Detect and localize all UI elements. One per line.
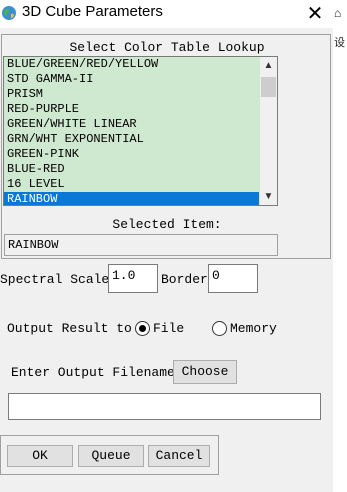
color-table-item[interactable]: 16 LEVEL [4, 177, 259, 192]
output-filename-input[interactable] [8, 393, 321, 420]
file-radio[interactable] [135, 321, 150, 336]
queue-button[interactable]: Queue [78, 445, 144, 467]
vertical-scrollbar[interactable]: ▲ ▼ [260, 57, 277, 205]
output-result-label: Output Result to [7, 321, 132, 336]
globe-icon [2, 6, 16, 20]
background-text: 设 [334, 37, 345, 49]
ok-button[interactable]: OK [7, 445, 73, 467]
border-input[interactable]: 0 [208, 264, 258, 293]
cancel-button[interactable]: Cancel [148, 445, 210, 467]
border-label: Border [161, 272, 208, 287]
color-table-item[interactable]: PRISM [4, 87, 259, 102]
action-button-group: OK Queue Cancel [0, 435, 219, 475]
scroll-up-icon[interactable]: ▲ [260, 57, 277, 74]
color-table-item[interactable]: GRN/WHT EXPONENTIAL [4, 132, 259, 147]
color-table-item[interactable]: BLUE/GREEN/RED/YELLOW [4, 57, 259, 72]
color-table-item[interactable]: GREEN/WHITE LINEAR [4, 117, 259, 132]
file-radio-label[interactable]: File [153, 321, 184, 336]
color-table-item[interactable]: GREEN-PINK [4, 147, 259, 162]
color-table-items: BLUE/GREEN/RED/YELLOW STD GAMMA-II PRISM RE… [4, 57, 259, 205]
color-table-item[interactable]: BLUE-RED [4, 162, 259, 177]
color-table-label: Select Color Table Lookup [69, 40, 265, 55]
color-table-item[interactable]: RAINBOW [4, 192, 259, 205]
color-table-item[interactable]: STD GAMMA-II [4, 72, 259, 87]
choose-button[interactable]: Choose [173, 360, 237, 384]
window-title: 3D Cube Parameters [22, 3, 163, 20]
selected-item-label: Selected Item: [112, 217, 222, 232]
spectral-scale-input[interactable]: 1.0 [108, 264, 158, 293]
color-table-group: Select Color Table Lookup BLUE/GREEN/RED… [1, 34, 331, 259]
color-table-item[interactable]: RED-PURPLE [4, 102, 259, 117]
radio-selected-dot [139, 325, 146, 332]
color-table-listbox[interactable]: BLUE/GREEN/RED/YELLOW STD GAMMA-II PRISM RE… [3, 56, 278, 206]
scroll-thumb[interactable] [261, 77, 276, 97]
memory-radio[interactable] [212, 321, 227, 336]
spectral-scale-label: Spectral Scale [0, 272, 110, 287]
close-button[interactable]: ✕ [300, 0, 330, 28]
scroll-down-icon[interactable]: ▼ [260, 188, 277, 205]
background-window-edge: ⌂ 设 [333, 0, 347, 492]
dialog-client-area: Select Color Table Lookup BLUE/GREEN/RED… [0, 28, 333, 492]
output-filename-label: Enter Output Filename [11, 365, 175, 380]
selected-item-field: RAINBOW [4, 234, 278, 256]
title-bar: 3D Cube Parameters ✕ [0, 0, 347, 28]
background-icon: ⌂ [334, 6, 342, 20]
memory-radio-label[interactable]: Memory [230, 321, 277, 336]
